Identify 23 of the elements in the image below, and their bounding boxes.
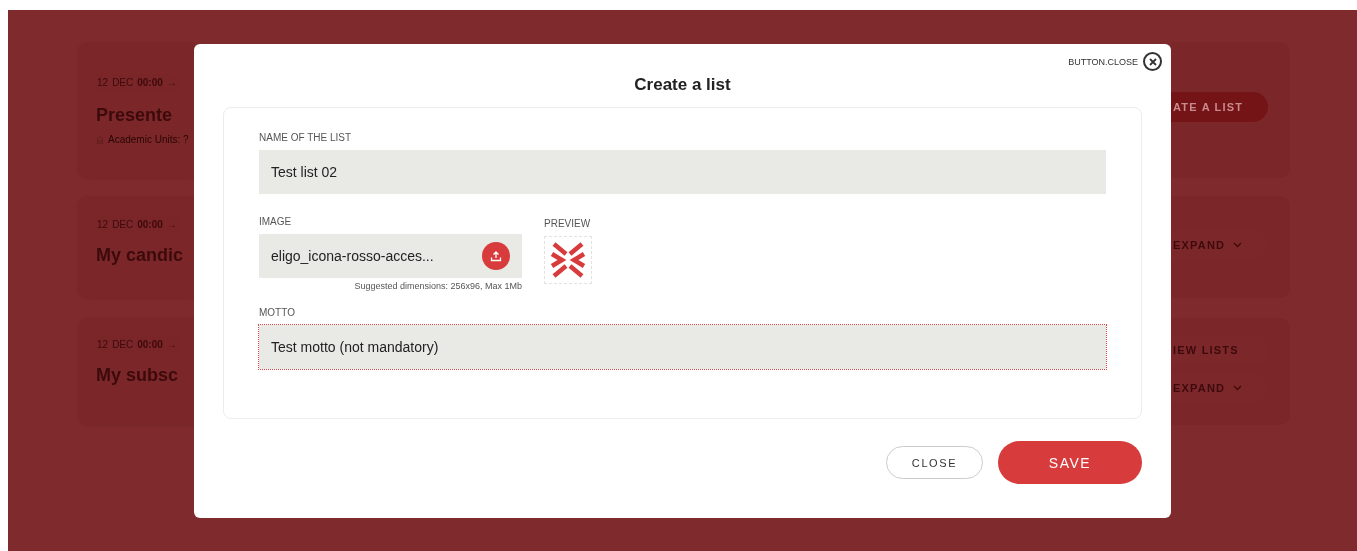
close-button[interactable] [1143, 52, 1162, 71]
save-button[interactable]: SAVE [998, 441, 1142, 484]
field-label: IMAGE [259, 216, 293, 227]
field-label: PREVIEW [544, 218, 592, 229]
action-button[interactable]: ATE A LIST [1171, 92, 1268, 122]
input-field[interactable]: Test list 02 [259, 150, 1106, 194]
hint-text: Suggested dimensions: 256x96, Max 1Mb [353, 281, 522, 291]
field-label: NAME OF THE LIST [259, 132, 353, 143]
close-label: BUTTON.CLOSE [1068, 56, 1138, 67]
field-label: MOTTO [259, 307, 296, 318]
chevron-down-icon [1233, 242, 1243, 248]
input-field[interactable]: Test motto (not mandatory) [259, 325, 1106, 369]
card-title: My subsc [96, 365, 180, 386]
card-title: Presente [96, 105, 174, 126]
close-icon [1148, 57, 1157, 66]
modal-title: Create a list [633, 75, 732, 95]
card-title: My candic [96, 245, 185, 266]
file-field[interactable]: eligo_icona-rosso-acces... [259, 234, 522, 278]
meta-text: Academic Units: ? [108, 134, 189, 145]
upload-icon [490, 250, 502, 262]
close-button[interactable]: CLOSE [886, 446, 983, 479]
chevron-down-icon [1233, 385, 1243, 391]
upload-button[interactable] [482, 242, 510, 270]
